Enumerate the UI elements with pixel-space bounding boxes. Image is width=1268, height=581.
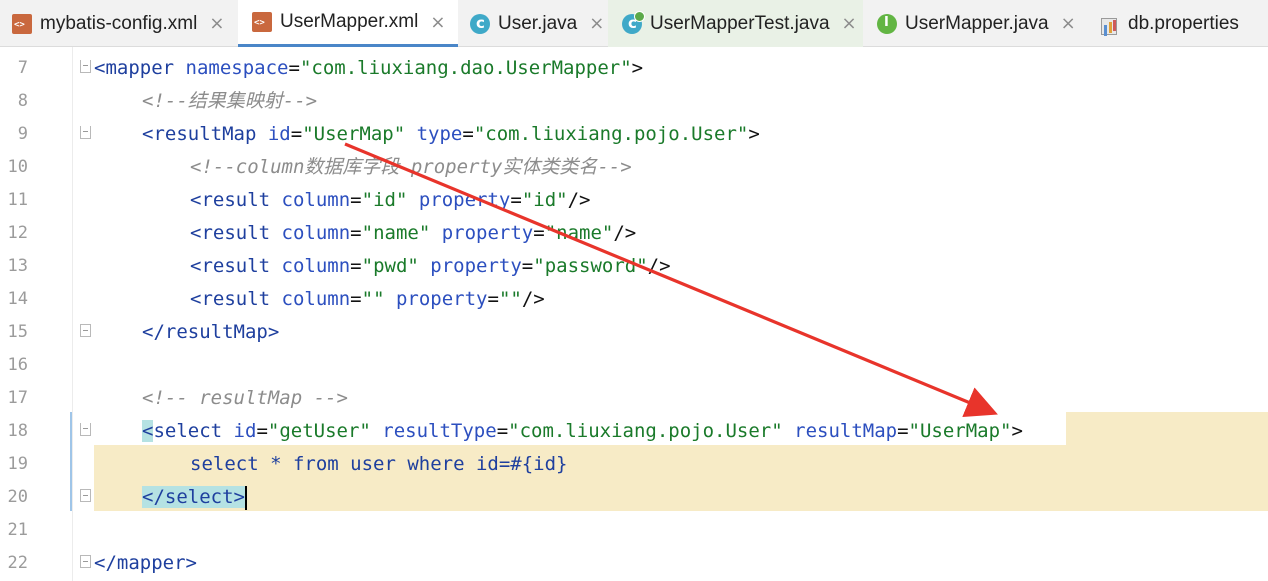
line-number: 21: [7, 520, 28, 540]
tab-usermapper-java[interactable]: UserMapper.java ×: [863, 0, 1088, 47]
code-line[interactable]: 11 <result column="id" property="id"/>: [0, 184, 1268, 217]
close-icon[interactable]: ×: [430, 12, 445, 33]
tab-label: UserMapper.java: [905, 12, 1049, 34]
tab-user-java[interactable]: User.java ×: [458, 0, 608, 47]
line-number: 8: [17, 91, 28, 111]
code-line[interactable]: 12 <result column="name" property="name"…: [0, 217, 1268, 250]
code-text: <select id="getUser" resultType="com.liu…: [142, 420, 1023, 442]
code-text: <result column="pwd" property="password"…: [190, 255, 671, 277]
tab-mybatis-config[interactable]: mybatis-config.xml ×: [0, 0, 238, 47]
code-line[interactable]: 21: [0, 514, 1268, 547]
tab-usermappertest-java[interactable]: UserMapperTest.java ×: [608, 0, 863, 47]
close-icon[interactable]: ×: [589, 13, 604, 34]
line-number: 13: [7, 256, 28, 276]
close-icon[interactable]: ×: [842, 13, 857, 34]
line-number: 7: [17, 58, 28, 78]
code-line[interactable]: 18 <select id="getUser" resultType="com.…: [0, 415, 1268, 448]
line-number: 16: [7, 355, 28, 375]
code-line[interactable]: 13 <result column="pwd" property="passwo…: [0, 250, 1268, 283]
tab-label: User.java: [498, 12, 578, 34]
java-interface-icon: [877, 13, 897, 34]
properties-file-icon: [1100, 14, 1120, 35]
java-test-class-icon: [622, 10, 645, 34]
code-comment: <!-- resultMap -->: [142, 387, 348, 409]
code-comment: <!--column数据库字段 property实体类类名-->: [190, 156, 632, 178]
line-number: 9: [17, 124, 28, 144]
code-line[interactable]: 20 </select>: [0, 481, 1268, 514]
code-line[interactable]: 14 <result column="" property=""/>: [0, 283, 1268, 316]
line-number: 12: [7, 223, 28, 243]
code-text: </mapper>: [94, 552, 197, 574]
tab-db-properties[interactable]: db.properties: [1088, 0, 1268, 47]
xml-file-icon: [12, 13, 32, 34]
line-number: 18: [7, 421, 28, 441]
fold-marker-icon[interactable]: [80, 423, 91, 436]
code-text: <result column="" property=""/>: [190, 288, 545, 310]
line-number: 17: [7, 388, 28, 408]
code-line[interactable]: 15 </resultMap>: [0, 316, 1268, 349]
line-number: 10: [7, 157, 28, 177]
sql-statement: select * from user where id=#{id}: [190, 453, 568, 475]
code-line[interactable]: 17 <!-- resultMap -->: [0, 382, 1268, 415]
code-text: <resultMap id="UserMap" type="com.liuxia…: [142, 123, 760, 145]
line-number: 22: [7, 553, 28, 573]
line-number: 20: [7, 487, 28, 507]
tab-label: UserMapperTest.java: [650, 12, 830, 34]
code-line[interactable]: 16: [0, 349, 1268, 382]
code-editor[interactable]: 7 <mapper namespace="com.liuxiang.dao.Us…: [0, 47, 1268, 581]
fold-marker-icon[interactable]: [80, 324, 91, 337]
code-text: <mapper namespace="com.liuxiang.dao.User…: [94, 57, 644, 79]
code-line[interactable]: 10 <!--column数据库字段 property实体类类名-->: [0, 151, 1268, 184]
fold-marker-icon[interactable]: [80, 489, 91, 502]
line-number: 15: [7, 322, 28, 342]
code-text: </select>: [142, 485, 247, 510]
code-comment: <!--结果集映射-->: [142, 90, 318, 112]
line-number: 11: [7, 190, 28, 210]
java-class-icon: [470, 13, 490, 34]
text-cursor: [244, 485, 247, 510]
code-line[interactable]: 22 </mapper>: [0, 547, 1268, 580]
code-text: <result column="id" property="id"/>: [190, 189, 591, 211]
code-line[interactable]: 9 <resultMap id="UserMap" type="com.liux…: [0, 118, 1268, 151]
code-line[interactable]: 7 <mapper namespace="com.liuxiang.dao.Us…: [0, 52, 1268, 85]
code-text: </resultMap>: [142, 321, 280, 343]
fold-marker-icon[interactable]: [80, 60, 91, 73]
close-icon[interactable]: ×: [209, 13, 224, 34]
code-line[interactable]: 19 select * from user where id=#{id}: [0, 448, 1268, 481]
line-number: 14: [7, 289, 28, 309]
code-line[interactable]: 8 <!--结果集映射-->: [0, 85, 1268, 118]
line-number: 19: [7, 454, 28, 474]
fold-marker-icon[interactable]: [80, 555, 91, 568]
tab-usermapper-xml[interactable]: UserMapper.xml ×: [238, 0, 458, 47]
tab-label: UserMapper.xml: [280, 11, 419, 32]
editor-tab-bar: mybatis-config.xml × UserMapper.xml × Us…: [0, 0, 1268, 47]
tab-label: mybatis-config.xml: [40, 12, 198, 34]
fold-marker-icon[interactable]: [80, 126, 91, 139]
close-icon[interactable]: ×: [1061, 13, 1076, 34]
xml-file-icon: [252, 12, 272, 32]
tab-label: db.properties: [1128, 12, 1239, 34]
code-text: <result column="name" property="name"/>: [190, 222, 637, 244]
